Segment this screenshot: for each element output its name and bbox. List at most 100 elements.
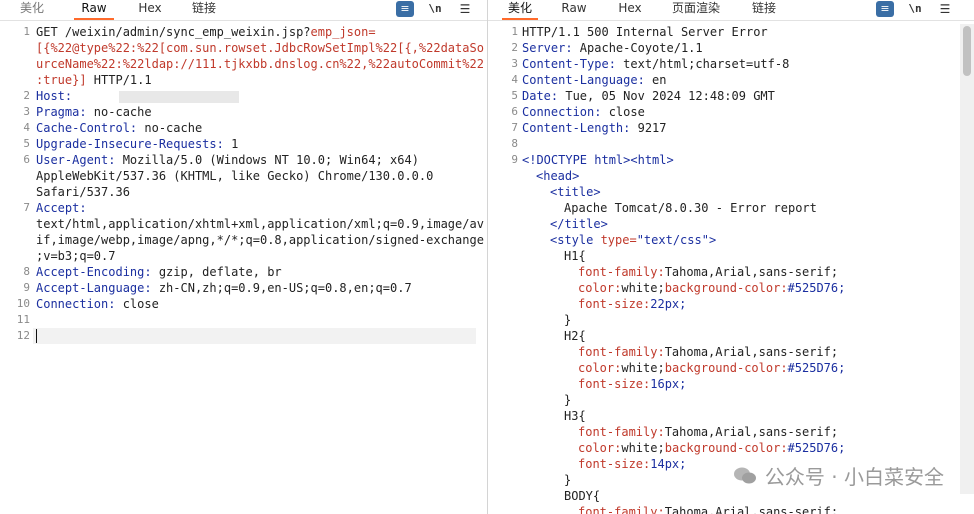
code-token: no-cache (137, 121, 203, 135)
line-number (488, 200, 518, 216)
newline-toggle[interactable]: \n (426, 1, 444, 17)
code-token: H2{ (564, 329, 586, 343)
line-number (488, 296, 518, 312)
code-token: } (564, 473, 572, 487)
tab-hex[interactable]: Hex (610, 0, 650, 19)
code-line: Connection: close (36, 296, 484, 312)
code-token: no-cache (86, 105, 152, 119)
code-token: H1{ (564, 249, 586, 263)
request-tabs: 美化 Raw Hex 链接 ≡ \n ☰ (0, 0, 487, 21)
code-token: User-Agent: (36, 153, 116, 167)
scrollbar-thumb[interactable] (963, 26, 971, 76)
code-token: 16px; (650, 377, 687, 391)
code-token: </title> (550, 217, 608, 231)
line-number (488, 488, 518, 504)
tab-raw[interactable]: Raw (554, 0, 594, 19)
line-number (488, 248, 518, 264)
line-number (488, 280, 518, 296)
line-number-gutter: 1 2 3 4 5 6 7 8 9 10 11 12 (0, 24, 30, 344)
line-number (0, 168, 30, 184)
tab-hex[interactable]: Hex (130, 0, 170, 19)
code-token: <head> (536, 169, 580, 183)
code-token: font-size: (578, 297, 651, 311)
line-number: 9 (23, 281, 30, 294)
code-line: font-family:Tahoma,Arial,sans-serif; (522, 264, 845, 280)
line-number (0, 56, 30, 72)
code-token: <!DOCTYPE html><html> (522, 153, 674, 167)
code-line: } (522, 392, 845, 408)
code-token: white; (621, 441, 665, 455)
line-number: 4 (511, 73, 518, 86)
code-token: gzip, deflate, br (151, 265, 282, 279)
code-token: > (708, 233, 717, 247)
tab-links[interactable]: 链接 (184, 0, 224, 19)
tab-links[interactable]: 链接 (744, 0, 784, 19)
code-line: HTTP/1.1 500 Internal Server Error (522, 24, 845, 40)
code-token: Content-Length: (522, 121, 631, 135)
code-token: urceName%22:%22ldap://111.tjkxbb.dnslog.… (36, 57, 484, 71)
line-number (488, 456, 518, 472)
code-token: H3{ (564, 409, 586, 423)
code-line: Accept-Language: zh-CN,zh;q=0.9,en-US;q=… (36, 280, 484, 296)
code-line: ;v=b3;q=0.7 (36, 248, 484, 264)
code-line: color:white;background-color:#525D76; (522, 360, 845, 376)
code-token: emp_json= (310, 25, 376, 39)
wrap-icon[interactable]: ≡ (396, 1, 414, 17)
menu-icon[interactable]: ☰ (456, 1, 474, 17)
code-line: urceName%22:%22ldap://111.tjkxbb.dnslog.… (36, 56, 484, 72)
code-line: H1{ (522, 248, 845, 264)
tab-pretty[interactable]: 美化 (502, 0, 538, 20)
code-line: GET /weixin/admin/sync_emp_weixin.jsp?em… (36, 24, 484, 40)
code-token: BODY{ (564, 489, 601, 503)
code-token: #525D76; (787, 281, 846, 295)
line-number: 6 (23, 153, 30, 166)
code-line: font-size:22px; (522, 296, 845, 312)
code-line: Accept: (36, 200, 484, 216)
code-token: color: (578, 281, 622, 295)
line-number (0, 232, 30, 248)
tab-render[interactable]: 页面渲染 (664, 0, 728, 19)
code-token: } (564, 393, 572, 407)
code-line: color:white;background-color:#525D76; (522, 440, 845, 456)
response-editor[interactable]: HTTP/1.1 500 Internal Server Error Server… (522, 24, 845, 514)
line-number: 7 (23, 201, 30, 214)
code-token: color: (578, 441, 622, 455)
code-token: <style (550, 233, 601, 247)
line-number (488, 184, 518, 200)
code-token: Mozilla/5.0 (Windows NT 10.0; Win64; x64… (115, 153, 419, 167)
code-line: font-family:Tahoma,Arial,sans-serif; (522, 344, 845, 360)
code-token: Tahoma,Arial,sans-serif; (664, 345, 839, 359)
request-editor[interactable]: GET /weixin/admin/sync_emp_weixin.jsp?em… (36, 24, 484, 344)
code-token: close (601, 105, 645, 119)
newline-toggle[interactable]: \n (906, 1, 924, 17)
code-line: BODY{ (522, 488, 845, 504)
code-line: font-family:Tahoma,Arial,sans-serif; (522, 424, 845, 440)
code-line: AppleWebKit/537.36 (KHTML, like Gecko) C… (36, 168, 484, 184)
code-token: zh-CN,zh;q=0.9,en-US;q=0.8,en;q=0.7 (151, 281, 412, 295)
code-line: <!DOCTYPE html><html> (522, 152, 845, 168)
vertical-scrollbar[interactable] (960, 24, 974, 494)
code-token: close (115, 297, 159, 311)
line-number: 10 (16, 297, 30, 310)
code-token: 1 (223, 137, 239, 151)
line-number (488, 328, 518, 344)
code-token: Connection: (522, 105, 602, 119)
code-token: font-family: (578, 345, 665, 359)
wrap-icon[interactable]: ≡ (876, 1, 894, 17)
menu-icon[interactable]: ☰ (936, 1, 954, 17)
line-number (488, 472, 518, 488)
line-number (0, 216, 30, 232)
line-number: 3 (511, 57, 518, 70)
line-number: 11 (16, 313, 30, 326)
code-line: Apache Tomcat/8.0.30 - Error report (522, 200, 845, 216)
tab-pretty[interactable]: 美化 (14, 0, 50, 19)
tab-raw[interactable]: Raw (74, 0, 114, 20)
code-line: Content-Language: en (522, 72, 845, 88)
wechat-icon (733, 466, 757, 486)
line-number: 4 (23, 121, 30, 134)
code-token: font-size: (578, 377, 651, 391)
code-line: <title> (522, 184, 845, 200)
code-token: Cache-Control: (36, 121, 138, 135)
